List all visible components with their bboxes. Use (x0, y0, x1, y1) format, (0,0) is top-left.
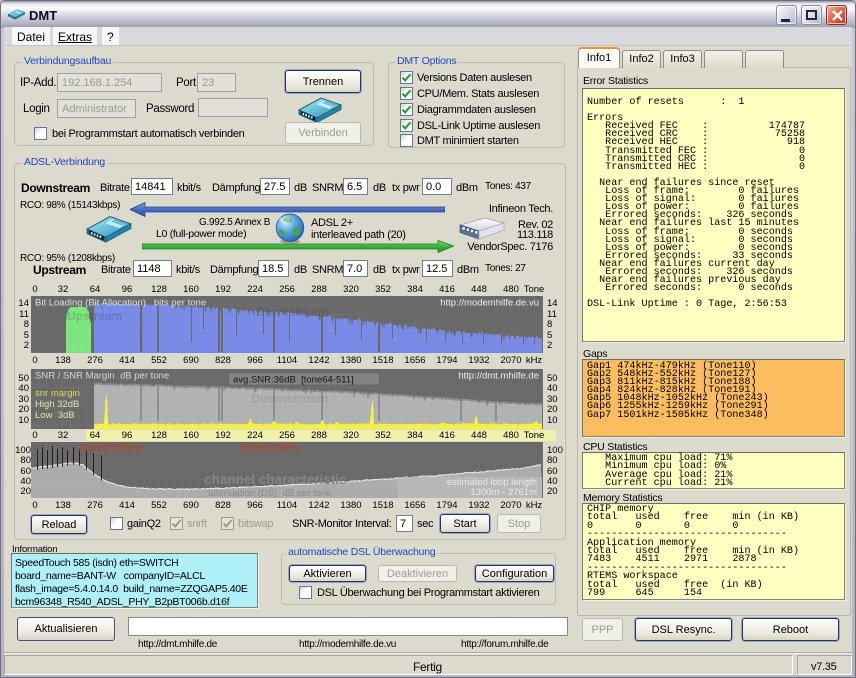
svg-text:Bit Loading (Bit Allocation): Bit Loading (Bit Allocation) bits per to… (35, 298, 206, 309)
svg-text:attenuation (DS) dB per tone: attenuation (DS) dB per tone (208, 488, 332, 498)
svg-text:avg.SNR:36dB [tone64-511]: avg.SNR:36dB [tone64-511] (233, 375, 354, 386)
svg-text:channel characteristic: channel characteristic (204, 472, 347, 487)
svg-text:1300m - 2761m: 1300m - 2761m (470, 487, 537, 498)
svg-text:Low 3dB: Low 3dB (35, 410, 75, 421)
svg-text:Downstream: Downstream (256, 305, 328, 319)
svg-text:SNR / SNR Margin dB per tone: SNR / SNR Margin dB per tone (35, 371, 169, 382)
svg-text:High 32dB: High 32dB (35, 399, 79, 410)
svg-text:Upstream: Upstream (67, 309, 122, 323)
svg-text:snr margin: snr margin (35, 388, 80, 399)
svg-text:http://modemhilfe.de.vu: http://modemhilfe.de.vu (440, 298, 539, 309)
svg-text:37dB@1MHz: 37dB@1MHz (239, 443, 298, 454)
svg-text:20dB@300kHz: 20dB@300kHz (77, 443, 144, 454)
svg-text:Downstream: Downstream (251, 391, 329, 406)
svg-text:http://dmt.mhilfe.de: http://dmt.mhilfe.de (458, 371, 539, 382)
